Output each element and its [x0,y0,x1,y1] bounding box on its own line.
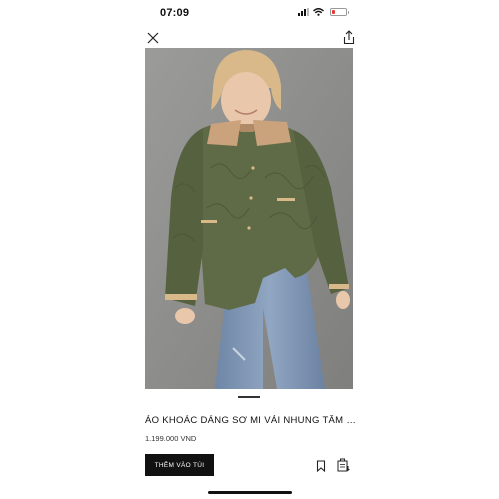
status-icons [298,8,349,16]
close-icon [147,32,159,44]
signal-icon [298,8,309,16]
battery-level [332,10,335,14]
bookmark-icon [316,460,326,473]
product-price: 1.199.000 VND [145,434,197,443]
share-icon [343,30,355,45]
battery-icon [330,8,349,16]
add-to-bag-button[interactable]: THÊM VÀO TÚI [145,454,214,476]
status-bar: 07:09 [0,0,499,26]
product-image[interactable] [145,48,353,389]
image-pager-indicator [238,396,260,398]
top-bar [0,28,499,48]
wifi-icon [313,8,324,16]
size-guide-button[interactable] [337,458,351,472]
size-guide-icon [337,458,350,472]
share-button[interactable] [342,30,356,45]
home-indicator [208,491,292,494]
close-button[interactable] [146,31,160,45]
product-title: ÁO KHOÁC DÁNG SƠ MI VẢI NHUNG TĂM CHẦN B… [145,415,360,426]
bookmark-button[interactable] [316,459,326,473]
status-time: 07:09 [160,7,190,19]
product-photo [145,48,353,389]
